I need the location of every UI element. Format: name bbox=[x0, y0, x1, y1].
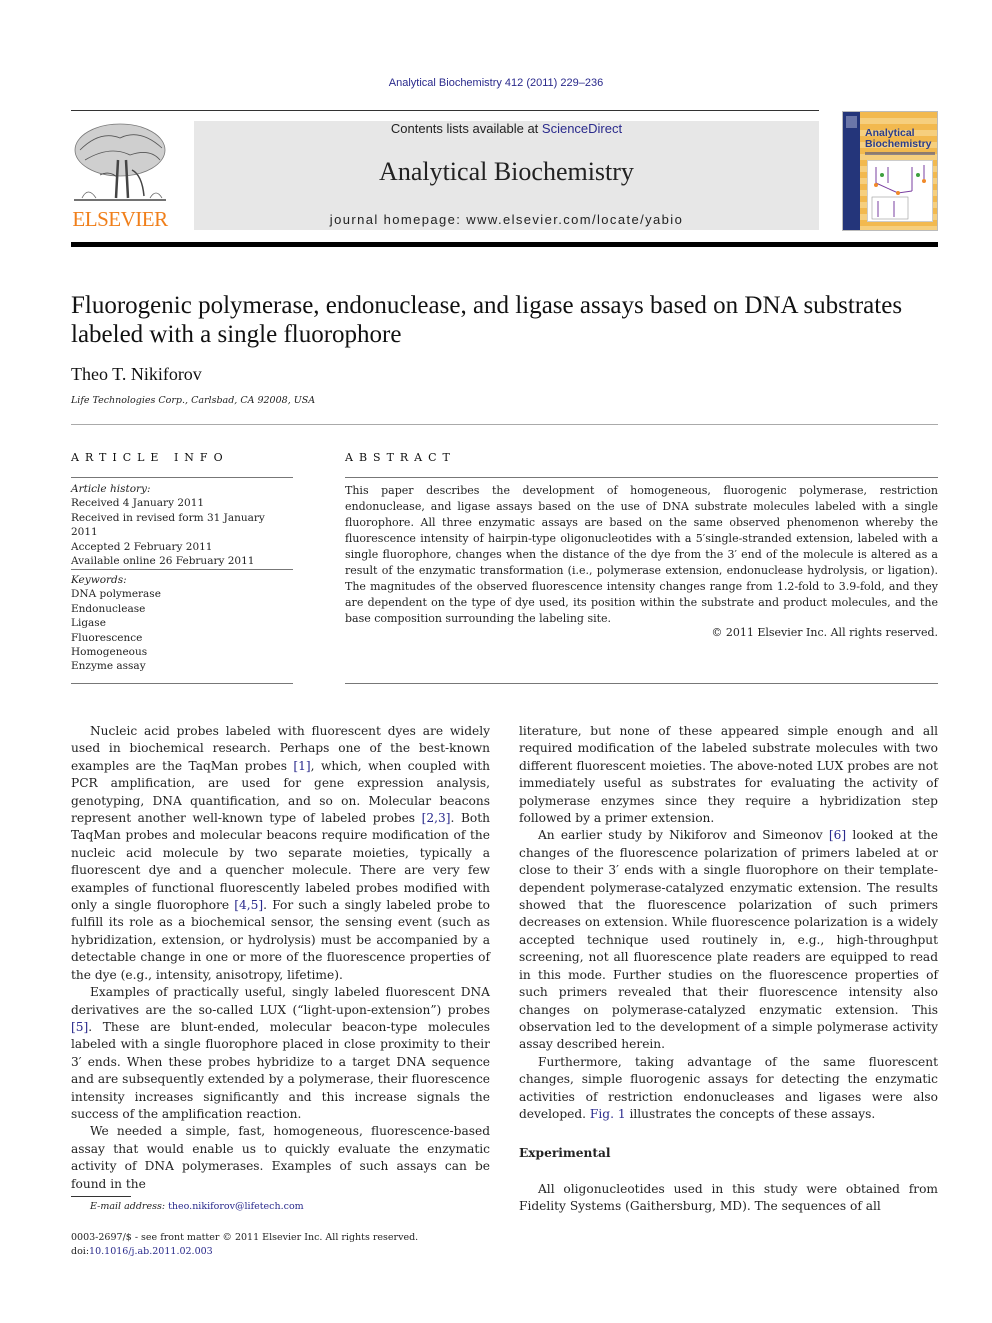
sciencedirect-link[interactable]: ScienceDirect bbox=[542, 121, 622, 136]
paragraph: literature, but none of these appeared s… bbox=[519, 724, 938, 826]
paragraph: We needed a simple, fast, homogeneous, f… bbox=[71, 1124, 490, 1191]
email-link[interactable]: theo.nikiforov@lifetech.com bbox=[168, 1201, 304, 1212]
history-rule bbox=[71, 569, 293, 570]
section-heading-experimental: Experimental bbox=[519, 1146, 611, 1161]
text: looked at the changes of the fluorescenc… bbox=[519, 828, 938, 1052]
journal-title: Analytical Biochemistry bbox=[379, 157, 634, 186]
keywords-rule bbox=[71, 683, 293, 684]
citation-link[interactable]: [2,3] bbox=[422, 811, 451, 825]
text: . Both TaqMan probes and molecular beaco… bbox=[71, 811, 490, 913]
cover-subtitle-bar bbox=[865, 152, 935, 155]
doi-line: doi:10.1016/j.ab.2011.02.003 bbox=[71, 1245, 418, 1259]
cover-spine bbox=[843, 112, 860, 230]
article-info-rule bbox=[71, 477, 293, 478]
citation-link[interactable]: [1] bbox=[293, 759, 310, 773]
keyword-item: Fluorescence bbox=[71, 631, 143, 644]
elsevier-logo[interactable]: ELSEVIER bbox=[68, 120, 172, 232]
abstract-text: This paper describes the development of … bbox=[345, 484, 938, 625]
paragraph: Nucleic acid probes labeled with fluores… bbox=[71, 723, 490, 984]
footnote-rule bbox=[71, 1196, 131, 1197]
header-top-rule bbox=[71, 110, 819, 111]
history-item: Available online 26 February 2011 bbox=[71, 555, 255, 568]
citation-link[interactable]: [6] bbox=[829, 828, 846, 842]
article-title: Fluorogenic polymerase, endonuclease, an… bbox=[71, 292, 903, 348]
cover-title: Analytical Biochemistry bbox=[865, 128, 932, 150]
text: An earlier study by Nikiforov and Simeon… bbox=[538, 828, 829, 843]
doi-link[interactable]: 10.1016/j.ab.2011.02.003 bbox=[89, 1246, 213, 1257]
email-label: E-mail address: bbox=[90, 1201, 169, 1212]
keywords: Keywords: DNA polymerase Endonuclease Li… bbox=[71, 573, 293, 674]
keyword-item: Homogeneous bbox=[71, 646, 148, 659]
journal-homepage[interactable]: journal homepage: www.elsevier.com/locat… bbox=[194, 212, 819, 227]
cover-elsevier-badge-icon bbox=[846, 116, 857, 128]
text: . These are blunt-ended, molecular beaco… bbox=[71, 1019, 490, 1121]
issn-block: 0003-2697/$ - see front matter © 2011 El… bbox=[71, 1231, 418, 1259]
citation-link[interactable]: [4,5] bbox=[234, 898, 263, 912]
contents-prefix: Contents lists available at bbox=[390, 121, 542, 136]
elsevier-wordmark: ELSEVIER bbox=[72, 207, 168, 231]
keyword-item: Enzyme assay bbox=[71, 660, 146, 673]
cover-diagram-icon bbox=[871, 165, 926, 220]
citation-link[interactable]: [5] bbox=[71, 1020, 88, 1034]
cover-title-line2: Biochemistry bbox=[865, 138, 932, 150]
body-column-left: Nucleic acid probes labeled with fluores… bbox=[71, 723, 490, 1193]
keywords-label: Keywords: bbox=[71, 574, 127, 586]
email-footnote: E-mail address: theo.nikiforov@lifetech.… bbox=[90, 1201, 304, 1212]
keyword-item: Endonuclease bbox=[71, 602, 146, 615]
abstract-bottom-rule bbox=[345, 683, 938, 684]
abstract-heading: ABSTRACT bbox=[345, 451, 456, 464]
paragraph: An earlier study by Nikiforov and Simeon… bbox=[519, 827, 938, 1053]
title-rule bbox=[71, 424, 938, 425]
figure-link[interactable]: Fig. 1 bbox=[590, 1107, 626, 1121]
history-item: Received 4 January 2011 bbox=[71, 497, 205, 510]
paragraph: Furthermore, taking advantage of the sam… bbox=[519, 1054, 938, 1124]
contents-line: Contents lists available at ScienceDirec… bbox=[194, 121, 819, 137]
header-thick-rule bbox=[71, 242, 938, 247]
article-history: Article history: Received 4 January 2011… bbox=[71, 482, 293, 568]
keyword-item: Ligase bbox=[71, 617, 106, 630]
abstract-copyright: © 2011 Elsevier Inc. All rights reserved… bbox=[711, 626, 938, 639]
body-column-right: literature, but none of these appeared s… bbox=[519, 723, 938, 1216]
article-history-label: Article history: bbox=[71, 483, 151, 495]
paragraph: Examples of practically useful, singly l… bbox=[71, 984, 490, 1123]
abstract-rule bbox=[345, 477, 938, 478]
journal-banner: Contents lists available at ScienceDirec… bbox=[194, 121, 819, 230]
history-item: Accepted 2 February 2011 bbox=[71, 540, 213, 553]
paragraph: All oligonucleotides used in this study … bbox=[519, 1181, 938, 1214]
history-item: Received in revised form 31 January 2011 bbox=[71, 511, 265, 539]
author-name[interactable]: Theo T. Nikiforov bbox=[71, 364, 202, 385]
journal-reference-link[interactable]: Analytical Biochemistry 412 (2011) 229–2… bbox=[0, 77, 992, 89]
keyword-item: DNA polymerase bbox=[71, 588, 161, 601]
text: Examples of practically useful, singly l… bbox=[71, 985, 490, 1017]
text: illustrates the concepts of these assays… bbox=[625, 1106, 876, 1121]
doi-label: doi: bbox=[71, 1246, 90, 1257]
elsevier-tree-icon bbox=[74, 123, 166, 201]
journal-cover-thumbnail[interactable]: Analytical Biochemistry bbox=[842, 111, 938, 231]
article-info-heading: ARTICLE INFO bbox=[71, 451, 229, 464]
issn-line: 0003-2697/$ - see front matter © 2011 El… bbox=[71, 1232, 419, 1243]
author-affiliation: Life Technologies Corp., Carlsbad, CA 92… bbox=[71, 395, 316, 406]
cover-figure-icon bbox=[867, 160, 933, 222]
